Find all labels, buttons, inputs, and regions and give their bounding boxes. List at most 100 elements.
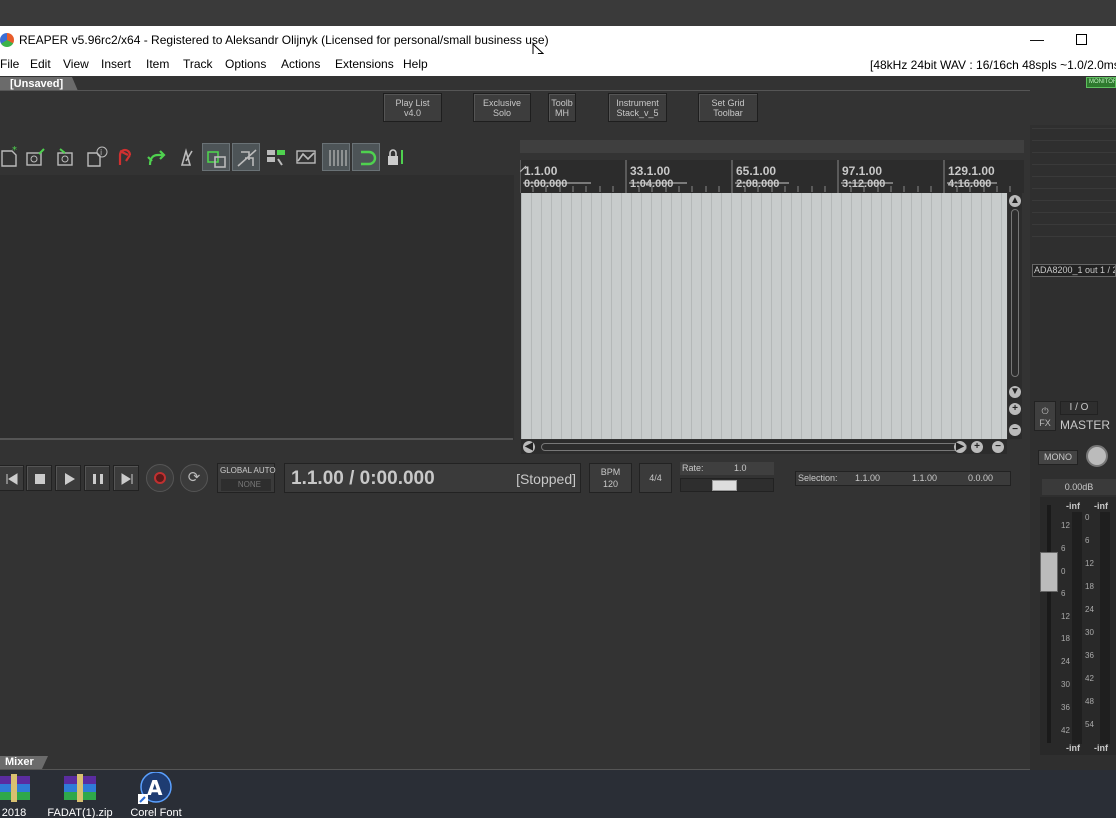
- menu-actions[interactable]: Actions: [281, 57, 320, 71]
- window-titlebar[interactable]: REAPER v5.96rc2/x64 - Registered to Alek…: [0, 26, 1116, 54]
- instrument-stack-button[interactable]: Instrument Stack_v_5: [608, 93, 667, 122]
- time-signature-button[interactable]: 4/4: [639, 463, 672, 493]
- toolb-mh-button[interactable]: Toolb MH: [548, 93, 576, 122]
- project-settings-icon[interactable]: i: [82, 143, 110, 171]
- go-to-start-button[interactable]: [0, 465, 24, 491]
- scroll-left-icon[interactable]: ◀: [523, 441, 535, 453]
- repeat-button[interactable]: ⟳: [180, 464, 208, 492]
- meter-scale: 36: [1085, 651, 1094, 660]
- rate-label: Rate:: [680, 462, 774, 475]
- menu-options[interactable]: Options: [225, 57, 266, 71]
- minimize-button[interactable]: —: [1022, 28, 1052, 52]
- audio-device-status[interactable]: [48kHz 24bit WAV : 16/16ch 48spls ~1.0/2…: [870, 58, 1116, 72]
- grid-icon[interactable]: [322, 143, 350, 171]
- winrar-archive-icon: [0, 772, 32, 802]
- desktop-icon-corel-font[interactable]: A Corel Font: [116, 770, 196, 818]
- open-project-icon[interactable]: [22, 143, 50, 171]
- bpm-button[interactable]: BPM 120: [589, 463, 632, 493]
- go-to-start-icon: [6, 473, 18, 485]
- master-fx-area[interactable]: [1032, 128, 1116, 248]
- snap-icon[interactable]: [352, 143, 380, 171]
- zoom-in-vertical-icon[interactable]: +: [1009, 403, 1021, 415]
- menu-view[interactable]: View: [63, 57, 89, 71]
- menu-item[interactable]: Item: [146, 57, 169, 71]
- grouping-icon[interactable]: [262, 143, 290, 171]
- vertical-scroll-thumb[interactable]: [1011, 209, 1019, 377]
- ruler-bar-label: 1.1.00: [524, 164, 558, 178]
- tcp-divider: [0, 438, 513, 440]
- save-project-icon[interactable]: [52, 143, 80, 171]
- global-automation-button[interactable]: GLOBAL AUTO NONE: [217, 463, 276, 493]
- desktop-icon-label: Corel Font: [130, 807, 182, 818]
- undo-icon[interactable]: [112, 143, 140, 171]
- menu-edit[interactable]: Edit: [30, 57, 51, 71]
- playlist-toolbar-button[interactable]: Play List v4.0: [383, 93, 442, 122]
- zoom-out-horizontal-icon[interactable]: −: [992, 441, 1004, 453]
- button-line1: Set Grid: [711, 98, 745, 108]
- time-display[interactable]: 1.1.00 / 0:00.000 [Stopped]: [284, 463, 581, 493]
- lock-icon[interactable]: [382, 143, 410, 171]
- exclusive-solo-button[interactable]: Exclusive Solo: [473, 93, 531, 122]
- fader-scale: 36: [1061, 703, 1070, 712]
- maximize-button[interactable]: [1066, 28, 1096, 52]
- auto-crossfade-icon[interactable]: [202, 143, 230, 171]
- pause-button[interactable]: [84, 465, 110, 491]
- stop-icon: [35, 474, 45, 484]
- button-line1: Instrument: [616, 98, 659, 108]
- master-output-label[interactable]: ADA8200_1 out 1 / 2: [1032, 264, 1116, 277]
- button-line2: Stack_v_5: [616, 108, 659, 118]
- envelope-lock-icon[interactable]: [292, 143, 320, 171]
- horizontal-scroll-thumb[interactable]: [541, 443, 967, 451]
- scroll-down-icon[interactable]: ▼: [1009, 386, 1021, 398]
- playrate-control[interactable]: Rate: 1.0: [680, 462, 774, 494]
- ripple-edit-icon[interactable]: [232, 143, 260, 171]
- menu-insert[interactable]: Insert: [101, 57, 131, 71]
- redo-icon[interactable]: [142, 143, 170, 171]
- master-fx-button[interactable]: ⏻ FX: [1034, 401, 1056, 431]
- arrange-grid[interactable]: [521, 193, 1007, 439]
- play-button[interactable]: [55, 465, 81, 491]
- set-grid-toolbar-button[interactable]: Set Grid Toolbar: [698, 93, 758, 122]
- rate-slider-knob[interactable]: [712, 480, 737, 491]
- master-volume-readout: 0.00dB: [1042, 479, 1116, 495]
- menu-file[interactable]: File: [0, 57, 19, 71]
- stop-button[interactable]: [26, 465, 52, 491]
- track-control-panel[interactable]: [0, 175, 514, 440]
- ruler-time-label: 0:00.000: [524, 178, 568, 190]
- master-fader-track[interactable]: [1047, 505, 1051, 743]
- master-fader-handle[interactable]: [1040, 552, 1058, 592]
- button-line1: Play List: [395, 98, 430, 108]
- menu-extensions[interactable]: Extensions: [335, 57, 394, 71]
- repeat-icon: ⟳: [187, 469, 201, 486]
- menu-help[interactable]: Help: [403, 57, 428, 71]
- scroll-up-icon[interactable]: ▲: [1009, 195, 1021, 207]
- project-tab[interactable]: [Unsaved]: [0, 77, 78, 91]
- new-project-icon[interactable]: *: [0, 143, 24, 171]
- go-to-end-button[interactable]: [113, 465, 139, 491]
- horizontal-scrollbar[interactable]: [521, 440, 1007, 454]
- bpm-value: 120: [602, 479, 619, 489]
- master-io-button[interactable]: I / O: [1060, 401, 1098, 415]
- monitor-badge: MONITOR: [1086, 77, 1116, 88]
- pan-knob[interactable]: [1086, 445, 1108, 467]
- ruler-time-label: 3:12.000: [842, 178, 886, 190]
- menu-track[interactable]: Track: [183, 57, 213, 71]
- record-button[interactable]: [146, 464, 174, 492]
- svg-text:*: *: [12, 145, 17, 156]
- meter-scale: 18: [1085, 582, 1094, 591]
- meter-scale: 24: [1085, 605, 1094, 614]
- zoom-in-horizontal-icon[interactable]: +: [971, 441, 983, 453]
- desktop-icon-fadat-zip[interactable]: FADAT(1).zip: [40, 770, 120, 818]
- metronome-icon[interactable]: [172, 143, 200, 171]
- mono-button[interactable]: MONO: [1038, 450, 1078, 465]
- meter-bottom-right: -inf: [1094, 743, 1108, 753]
- timeline-ruler[interactable]: 1.1.00 0:00.000 33.1.00 1:04.000 65.1.00…: [520, 160, 1024, 193]
- scroll-right-icon[interactable]: ▶: [954, 441, 966, 453]
- mixer-tab[interactable]: Mixer: [0, 756, 48, 769]
- meter-scale: 30: [1085, 628, 1094, 637]
- meter-scale: 6: [1085, 536, 1090, 545]
- selection-display[interactable]: Selection: 1.1.00 1.1.00 0.0.00: [795, 471, 1011, 486]
- zoom-out-vertical-icon[interactable]: −: [1009, 424, 1021, 436]
- record-icon: [154, 472, 166, 484]
- meter-bottom-left: -inf: [1066, 743, 1080, 753]
